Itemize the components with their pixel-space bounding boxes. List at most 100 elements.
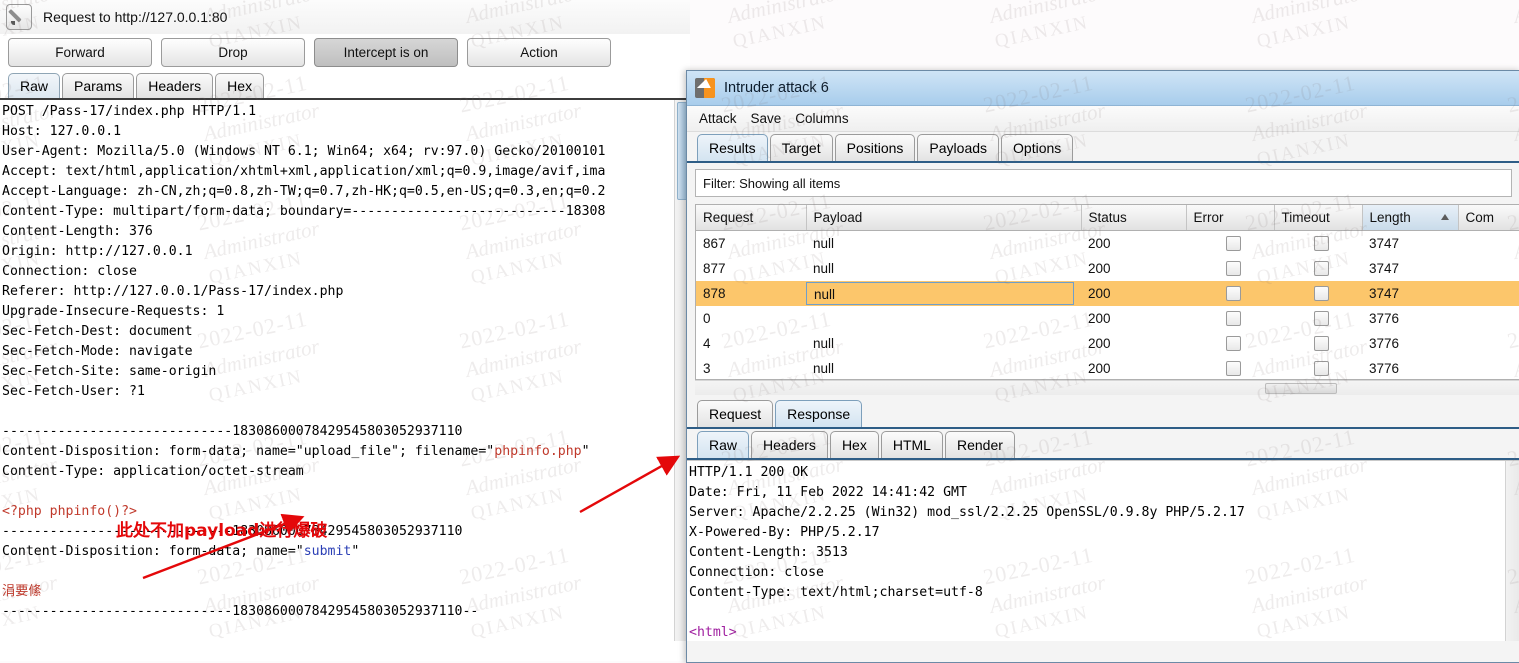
cell-request[interactable]: 0 <box>696 306 806 331</box>
tab-view-raw[interactable]: Raw <box>697 431 750 458</box>
cell-payload[interactable]: null <box>806 256 1081 281</box>
cell-request[interactable]: 877 <box>696 256 806 281</box>
results-horizontal-scrollbar[interactable] <box>695 380 1519 395</box>
hscrollbar-thumb[interactable] <box>1265 383 1337 394</box>
table-row[interactable]: 877 null 200 3747 <box>696 256 1519 281</box>
error-checkbox[interactable] <box>1226 336 1241 352</box>
tab-hex[interactable]: Hex <box>215 73 265 98</box>
cell-timeout[interactable] <box>1274 356 1362 379</box>
drop-button[interactable]: Drop <box>161 38 305 67</box>
menu-save[interactable]: Save <box>751 111 782 126</box>
cell-payload[interactable]: null <box>806 281 1081 306</box>
column-header-length[interactable]: Length <box>1362 205 1459 231</box>
cell-status[interactable]: 200 <box>1081 231 1186 257</box>
timeout-checkbox[interactable] <box>1314 236 1329 252</box>
tab-view-render[interactable]: Render <box>944 431 1015 458</box>
cell-status[interactable]: 200 <box>1081 331 1186 356</box>
error-checkbox[interactable] <box>1226 311 1241 327</box>
cell-status[interactable]: 200 <box>1081 306 1186 331</box>
column-header-request[interactable]: Request <box>696 205 807 231</box>
response-vertical-scrollbar[interactable] <box>1505 461 1519 641</box>
intercept-toggle-button[interactable]: Intercept is on <box>314 38 458 67</box>
cell-length[interactable]: 3776 <box>1362 331 1458 356</box>
cell-error[interactable] <box>1186 331 1274 356</box>
tab-results[interactable]: Results <box>697 134 768 161</box>
cell-length[interactable]: 3747 <box>1362 231 1458 257</box>
cell-error[interactable] <box>1186 231 1274 257</box>
filter-bar[interactable]: Filter: Showing all items <box>695 169 1512 197</box>
cell-timeout[interactable] <box>1274 306 1362 331</box>
table-row[interactable]: 878 null 200 3747 <box>696 281 1519 306</box>
cell-length[interactable]: 3747 <box>1362 281 1458 306</box>
error-checkbox[interactable] <box>1226 261 1241 277</box>
timeout-checkbox[interactable] <box>1314 286 1329 302</box>
cell-request[interactable]: 4 <box>696 331 806 356</box>
cell-status[interactable]: 200 <box>1081 256 1186 281</box>
cell-status[interactable]: 200 <box>1081 356 1186 379</box>
error-checkbox[interactable] <box>1226 286 1241 302</box>
table-row[interactable]: 0 200 3776 <box>696 306 1519 331</box>
menu-columns[interactable]: Columns <box>795 111 848 126</box>
cell-comment[interactable] <box>1458 356 1519 379</box>
tab-positions[interactable]: Positions <box>834 134 916 161</box>
tab-view-hex[interactable]: Hex <box>829 431 879 458</box>
cell-error[interactable] <box>1186 256 1274 281</box>
tab-payloads[interactable]: Payloads <box>917 134 1000 161</box>
cell-timeout[interactable] <box>1274 256 1362 281</box>
selected-cell[interactable]: null <box>806 282 1074 305</box>
error-checkbox[interactable] <box>1226 361 1241 377</box>
cell-payload[interactable] <box>806 306 1081 331</box>
cell-request[interactable]: 3 <box>696 356 806 379</box>
timeout-checkbox[interactable] <box>1314 336 1329 352</box>
column-header-comment[interactable]: Com <box>1458 205 1519 231</box>
cell-error[interactable] <box>1186 356 1274 379</box>
tab-view-html[interactable]: HTML <box>880 431 943 458</box>
proxy-intercept-window: Request to http://127.0.0.1:80 Forward D… <box>0 0 690 661</box>
cell-request[interactable]: 867 <box>696 231 806 257</box>
cell-timeout[interactable] <box>1274 231 1362 257</box>
cell-payload[interactable]: null <box>806 231 1081 257</box>
tab-params[interactable]: Params <box>62 73 135 98</box>
cell-length[interactable]: 3747 <box>1362 256 1458 281</box>
cell-payload[interactable]: null <box>806 331 1081 356</box>
cell-comment[interactable] <box>1458 306 1519 331</box>
cell-status[interactable]: 200 <box>1081 281 1186 306</box>
action-button[interactable]: Action <box>467 38 611 67</box>
cell-length[interactable]: 3776 <box>1362 356 1458 379</box>
cell-timeout[interactable] <box>1274 331 1362 356</box>
error-checkbox[interactable] <box>1226 236 1241 252</box>
request-raw-text[interactable]: POST /Pass-17/index.php HTTP/1.1 Host: 1… <box>0 100 690 622</box>
table-row[interactable]: 4 null 200 3776 <box>696 331 1519 356</box>
tab-response[interactable]: Response <box>775 400 863 427</box>
tab-target[interactable]: Target <box>769 134 833 161</box>
cell-timeout[interactable] <box>1274 281 1362 306</box>
timeout-checkbox[interactable] <box>1314 261 1329 277</box>
cell-error[interactable] <box>1186 306 1274 331</box>
cell-length[interactable]: 3776 <box>1362 306 1458 331</box>
cell-request[interactable]: 878 <box>696 281 806 306</box>
tab-view-headers[interactable]: Headers <box>751 431 828 458</box>
cell-error[interactable] <box>1186 281 1274 306</box>
menu-attack[interactable]: Attack <box>699 111 737 126</box>
cell-payload[interactable]: null <box>806 356 1081 379</box>
response-raw-text[interactable]: HTTP/1.1 200 OK Date: Fri, 11 Feb 2022 1… <box>687 461 1519 643</box>
tab-headers[interactable]: Headers <box>136 73 214 98</box>
cell-comment[interactable] <box>1458 281 1519 306</box>
timeout-checkbox[interactable] <box>1314 361 1329 377</box>
cell-comment[interactable] <box>1458 331 1519 356</box>
tab-request[interactable]: Request <box>697 400 774 427</box>
table-row[interactable]: 3 null 200 3776 <box>696 356 1519 379</box>
cell-comment[interactable] <box>1458 256 1519 281</box>
cell-comment[interactable] <box>1458 231 1519 257</box>
column-header-payload[interactable]: Payload <box>806 205 1082 231</box>
tab-raw[interactable]: Raw <box>8 73 61 98</box>
column-header-timeout[interactable]: Timeout <box>1274 205 1363 231</box>
forward-button[interactable]: Forward <box>8 38 152 67</box>
column-header-error[interactable]: Error <box>1186 205 1275 231</box>
proxy-tab-strip: Raw Params Headers Hex <box>0 72 690 100</box>
tab-options[interactable]: Options <box>1001 134 1074 161</box>
table-row[interactable]: 867 null 200 3747 <box>696 231 1519 257</box>
column-header-status[interactable]: Status <box>1081 205 1187 231</box>
results-table-body: 867 null 200 3747 877 null 200 3747 878 null 200 37… <box>696 231 1519 380</box>
timeout-checkbox[interactable] <box>1314 311 1329 327</box>
